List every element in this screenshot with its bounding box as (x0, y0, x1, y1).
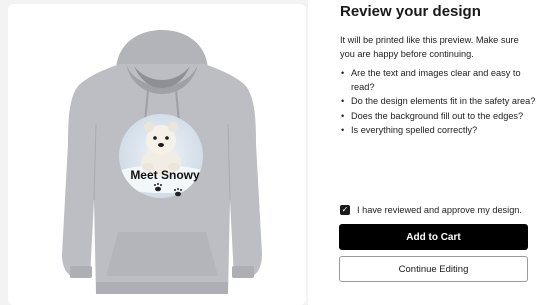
checklist-item: • Is everything spelled correctly? (340, 124, 540, 138)
review-panel: Review your design It will be printed li… (308, 0, 542, 305)
review-checklist: • Are the text and images clear and easy … (340, 67, 540, 139)
preview-panel: Meet Snowy (0, 0, 308, 305)
approve-checkbox[interactable]: ✓ (340, 205, 350, 215)
approve-design-row[interactable]: ✓ I have reviewed and approve my design. (340, 203, 540, 217)
continue-editing-button[interactable]: Continue Editing (339, 256, 528, 282)
bullet-icon: • (341, 96, 345, 106)
checklist-item: • Do the design elements fit in the safet… (340, 95, 540, 109)
intro-text: It will be printed like this preview. Ma… (340, 35, 519, 59)
bullet-icon: • (341, 110, 345, 121)
bullet-icon: • (341, 125, 345, 135)
hoodie-mockup: Meet Snowy (62, 30, 262, 294)
approve-label: I have reviewed and approve my design. (357, 205, 522, 215)
add-to-cart-button[interactable]: Add to Cart (339, 224, 528, 250)
product-preview: Meet Snowy (8, 4, 306, 305)
page-title: Review your design (340, 3, 481, 20)
design-text: Meet Snowy (130, 168, 200, 182)
bullet-icon: • (341, 68, 345, 78)
checklist-item: • Are the text and images clear and easy … (341, 68, 521, 92)
checklist-item: • Does the background fill out to the edg… (340, 110, 540, 124)
